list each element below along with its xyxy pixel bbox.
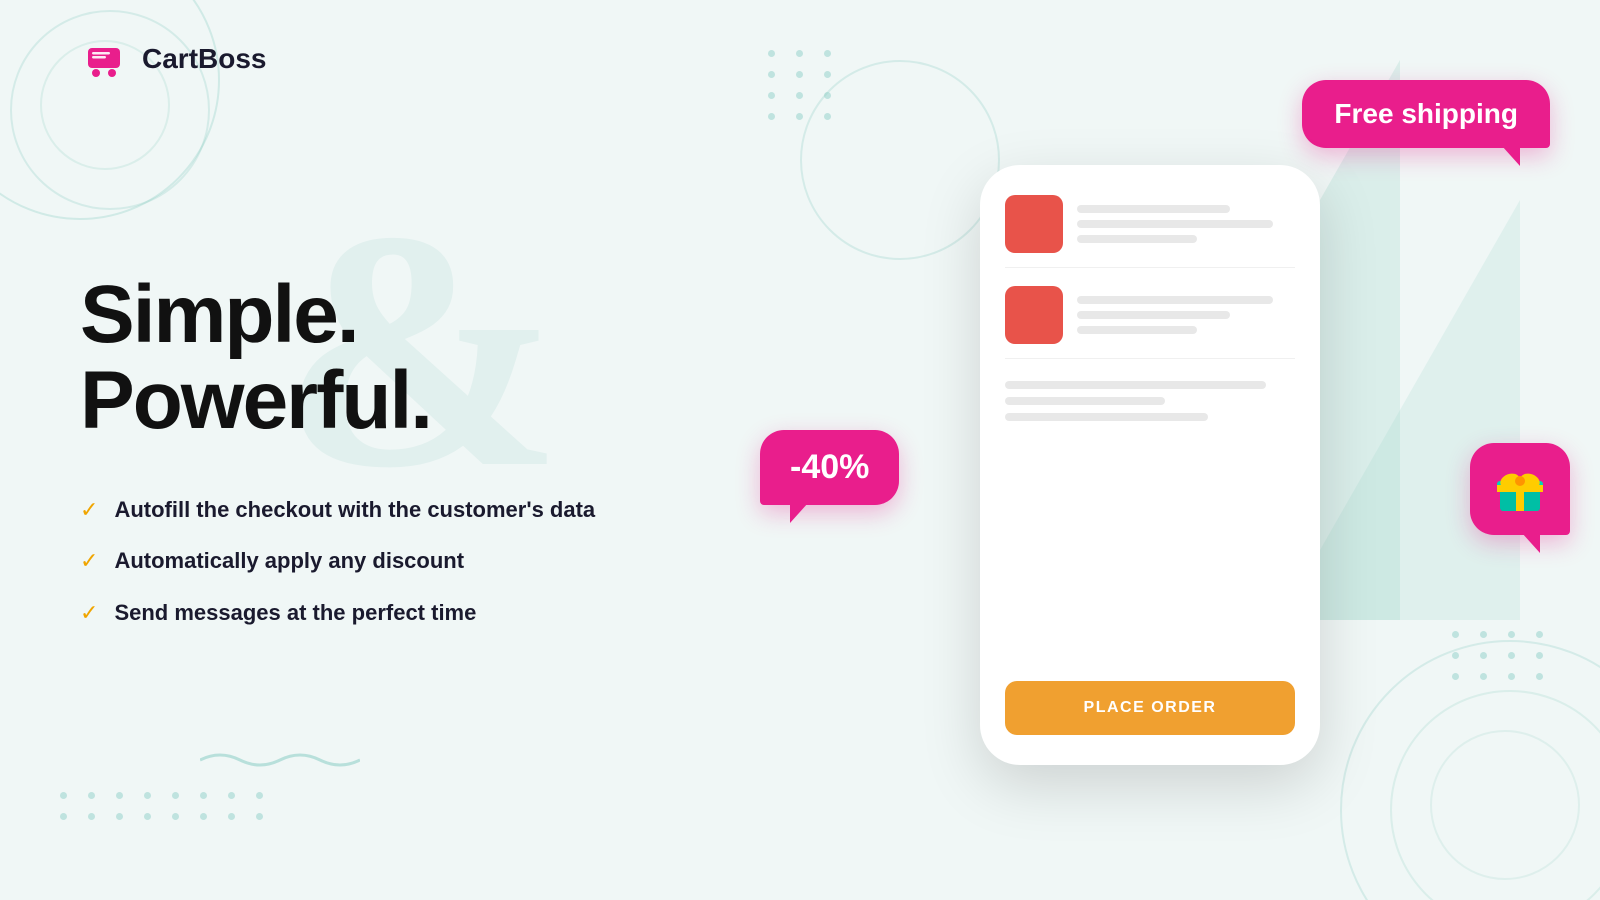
feature-text-1: Autofill the checkout with the customer'… [114,495,595,525]
left-content-section: Simple. Powerful. ✓ Autofill the checkou… [0,0,700,900]
headline-line2: Powerful. [80,355,431,446]
check-icon-2: ✓ [80,548,98,574]
product-line-1 [1077,205,1230,213]
headline: Simple. Powerful. [80,272,640,444]
product-line-2 [1077,220,1273,228]
product-thumbnail-2 [1005,286,1063,344]
features-list: ✓ Autofill the checkout with the custome… [80,495,640,628]
product-line-5 [1077,311,1230,319]
product-line-6 [1077,326,1197,334]
place-order-button[interactable]: PLACE ORDER [1005,681,1295,735]
product-info-1 [1077,205,1295,243]
product-thumbnail-1 [1005,195,1063,253]
product-line-3 [1077,235,1197,243]
bubble-free-shipping: Free shipping [1302,80,1550,148]
feature-item-1: ✓ Autofill the checkout with the custome… [80,495,640,525]
feature-item-3: ✓ Send messages at the perfect time [80,598,640,628]
bubble-gift [1470,443,1570,535]
feature-item-2: ✓ Automatically apply any discount [80,546,640,576]
gift-icon [1492,461,1548,517]
headline-line1: Simple. [80,269,358,360]
check-icon-1: ✓ [80,497,98,523]
feature-text-2: Automatically apply any discount [114,546,464,576]
product-line-4 [1077,296,1273,304]
phone-line-2 [1005,397,1165,405]
product-item-2 [1005,286,1295,359]
right-content-section: Free shipping [700,0,1600,900]
feature-text-3: Send messages at the perfect time [114,598,476,628]
product-info-2 [1077,296,1295,334]
phone-additional-lines [1005,381,1295,421]
phone-line-1 [1005,381,1266,389]
phone-mockup: PLACE ORDER [980,165,1320,765]
phone-line-3 [1005,413,1208,421]
bubble-discount: -40% [760,430,899,505]
product-item-1 [1005,195,1295,268]
check-icon-3: ✓ [80,600,98,626]
